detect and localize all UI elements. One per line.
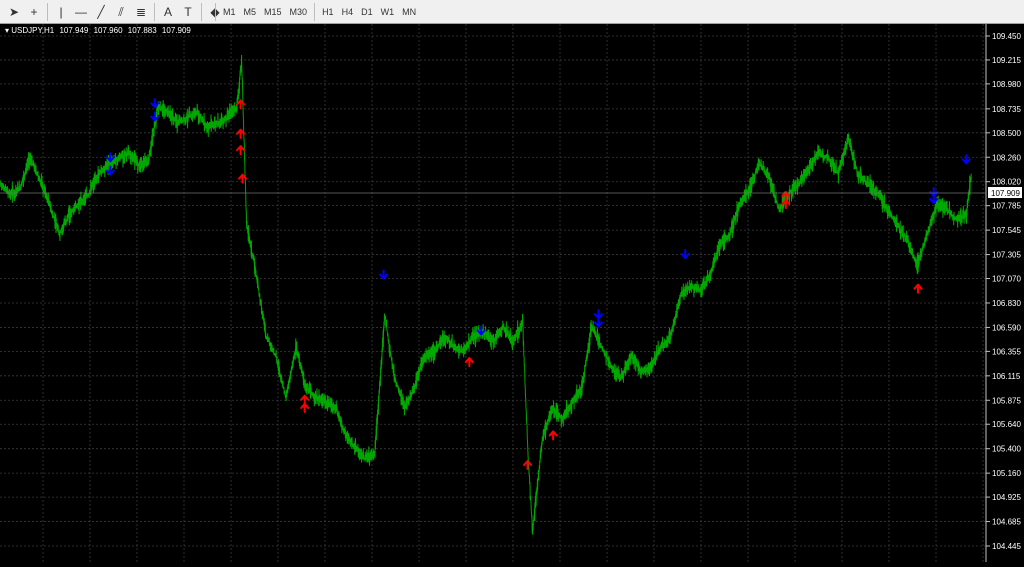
y-tick-label: 106.590 <box>992 323 1021 332</box>
current-price-label: 107.909 <box>991 189 1020 198</box>
chart-canvas[interactable]: 109.450 109.215 108.980 108.735 108.500 108.2… <box>0 24 1024 562</box>
timeframe-buttons: M1 M5 M15 M30 H1 H4 D1 W1 MN <box>212 0 420 24</box>
timeframe-h1-button[interactable]: H1 <box>318 2 338 22</box>
chart-header: ▾ USDJPY,H1 107.949 107.960 107.883 107.… <box>5 26 194 35</box>
vertical-line-button[interactable]: | <box>51 2 71 22</box>
toolbar-separator <box>215 3 216 21</box>
timeframe-mn-button[interactable]: MN <box>398 2 420 22</box>
crosshair-button[interactable]: + <box>24 2 44 22</box>
y-tick-label: 108.020 <box>992 178 1021 187</box>
y-tick-label: 107.305 <box>992 251 1021 260</box>
text-label-icon: T <box>184 5 192 19</box>
y-tick-label: 106.355 <box>992 347 1021 356</box>
y-tick-label: 107.070 <box>992 275 1021 284</box>
price-chart[interactable]: 109.450 109.215 108.980 108.735 108.500 108.2… <box>0 24 1024 562</box>
y-tick-label: 107.785 <box>992 202 1021 211</box>
timeframe-m30-button[interactable]: M30 <box>286 2 312 22</box>
header-symbol: ▾ USDJPY,H1 <box>5 26 55 35</box>
drawing-tools: ➤+|—╱⫽≣AT◆ <box>4 0 225 24</box>
crosshair-icon: + <box>30 5 38 19</box>
timeframe-m1-button[interactable]: M1 <box>219 2 240 22</box>
timeframe-m5-button[interactable]: M5 <box>240 2 261 22</box>
y-tick-label: 105.160 <box>992 469 1021 478</box>
equidistant-channel-button[interactable]: ⫽ <box>111 2 131 22</box>
horizontal-line-icon: — <box>75 5 87 19</box>
y-tick-label: 108.500 <box>992 129 1021 138</box>
timeframe-m15-button[interactable]: M15 <box>260 2 286 22</box>
header-close: 107.909 <box>161 26 191 35</box>
trend-line-button[interactable]: ╱ <box>91 2 111 22</box>
vertical-line-icon: | <box>59 5 63 19</box>
chart-toolbar: ➤+|—╱⫽≣AT◆ M1M5M15M30H1H4D1W1MN <box>0 0 1024 24</box>
text-label-button[interactable]: T <box>178 2 198 22</box>
y-tick-label: 108.980 <box>992 80 1021 89</box>
y-tick-label: 104.685 <box>992 518 1021 527</box>
fibonacci-button[interactable]: ≣ <box>131 2 151 22</box>
horizontal-line-button[interactable]: — <box>71 2 91 22</box>
y-tick-label: 104.445 <box>992 542 1021 551</box>
cursor-button[interactable]: ➤ <box>4 2 24 22</box>
toolbar-separator <box>201 3 202 21</box>
y-tick-label: 107.545 <box>992 226 1021 235</box>
y-tick-label: 109.450 <box>992 32 1021 41</box>
trend-line-icon: ╱ <box>97 5 105 19</box>
timeframe-h4-button[interactable]: H4 <box>338 2 358 22</box>
text-icon: A <box>163 5 172 19</box>
y-tick-label: 108.735 <box>992 105 1021 114</box>
timeframe-d1-button[interactable]: D1 <box>357 2 377 22</box>
equidistant-channel-icon: ⫽ <box>118 4 124 19</box>
toolbar-separator <box>314 3 316 21</box>
header-high: 107.960 <box>93 26 123 35</box>
cursor-icon: ➤ <box>8 5 20 19</box>
y-tick-label: 106.115 <box>992 372 1021 381</box>
y-tick-label: 106.830 <box>992 299 1021 308</box>
header-open: 107.949 <box>59 26 89 35</box>
y-tick-label: 105.875 <box>992 396 1021 405</box>
text-button[interactable]: A <box>158 2 178 22</box>
toolbar-separator <box>47 3 48 21</box>
header-low: 107.883 <box>127 26 157 35</box>
y-tick-label: 105.400 <box>992 445 1021 454</box>
y-tick-label: 108.260 <box>992 153 1021 162</box>
y-tick-label: 104.925 <box>992 493 1021 502</box>
y-tick-label: 105.640 <box>992 420 1021 429</box>
toolbar-separator <box>154 3 155 21</box>
timeframe-w1-button[interactable]: W1 <box>377 2 399 22</box>
y-tick-label: 109.215 <box>992 56 1021 65</box>
fibonacci-icon: ≣ <box>135 5 147 19</box>
